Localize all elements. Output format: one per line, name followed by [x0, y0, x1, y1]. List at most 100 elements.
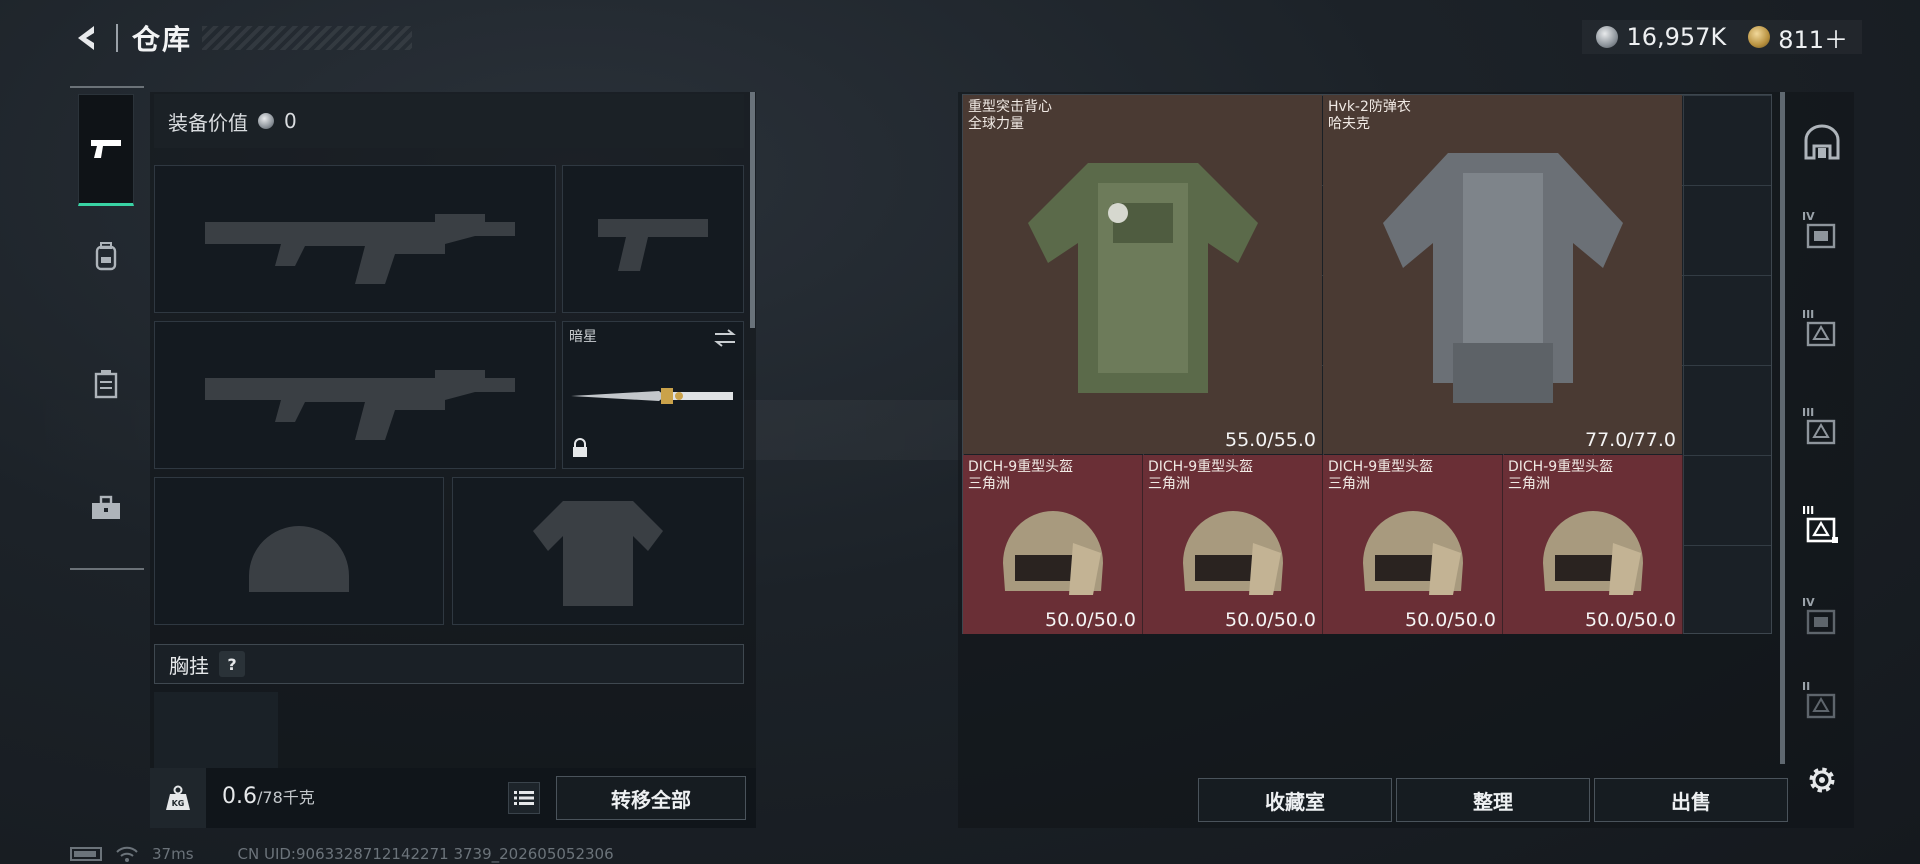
storage-tier-icon [1806, 419, 1836, 445]
storage-tier-icon [1806, 517, 1838, 543]
item-name: DICH-9重型头盔 三角洲 [1328, 459, 1434, 492]
page-title: 仓库 [132, 23, 193, 56]
helmet-silhouette-icon [155, 478, 443, 624]
melee-slot-label: 暗星 [569, 329, 597, 345]
primary-weapon-slot[interactable] [154, 165, 556, 313]
weight-readout: 0.6/78千克 [222, 784, 315, 809]
tab-shelter[interactable] [1800, 120, 1844, 164]
list-icon [514, 791, 534, 805]
sell-button[interactable]: 出售 [1594, 778, 1788, 822]
pistol-icon [91, 140, 121, 158]
title-stripe-decoration [202, 26, 413, 50]
storage-item-dich9-helmet[interactable]: DICH-9重型头盔 三角洲 50.0/50.0 [1143, 455, 1323, 634]
vest-icon [963, 109, 1322, 436]
header-divider [116, 24, 118, 52]
tab-tier-label: II [1802, 680, 1811, 693]
settings-button[interactable] [1800, 758, 1844, 802]
melee-slot[interactable]: 暗星 [562, 321, 744, 469]
pistol-silhouette-icon [563, 166, 743, 312]
currency-gold[interactable]: 811＋ [1748, 20, 1848, 55]
storage-grid: 重型突击背心 全球力量 55.0/55.0 Hvk-2防弹衣 哈夫克 77.0/77… [962, 94, 1772, 634]
tab-storage-iv-b[interactable]: IV [1800, 596, 1844, 642]
storage-item-hvk2-armor[interactable]: Hvk-2防弹衣 哈夫克 77.0/77.0 [1323, 95, 1682, 454]
silver-coin-icon [1596, 26, 1619, 48]
gold-amount: 811＋ [1778, 25, 1848, 54]
rifle-silhouette-icon [155, 322, 555, 468]
tab-storage-ii[interactable]: II [1800, 680, 1844, 726]
armor-slot[interactable] [452, 477, 744, 625]
battery-icon [70, 847, 102, 861]
storage-item-dich9-helmet[interactable]: DICH-9重型头盔 三角洲 50.0/50.0 [1323, 455, 1503, 634]
storage-item-dich9-helmet[interactable]: DICH-9重型头盔 三角洲 50.0/50.0 [1503, 455, 1683, 634]
chest-rig-icon [94, 370, 118, 399]
list-view-button[interactable] [508, 782, 540, 814]
tab-storage-iii-active[interactable]: III [1800, 504, 1844, 550]
backpack-icon [95, 242, 117, 271]
back-button[interactable] [70, 20, 106, 56]
sidearm-slot[interactable] [562, 165, 744, 313]
transfer-all-button[interactable]: 转移全部 [556, 776, 746, 820]
storage-tier-icon [1806, 693, 1836, 719]
swap-icon[interactable] [713, 328, 737, 352]
tab-tier-label: III [1802, 504, 1815, 517]
storage-scrollbar[interactable] [1780, 92, 1785, 764]
helmet-slot[interactable] [154, 477, 444, 625]
storage-item-dich9-helmet[interactable]: DICH-9重型头盔 三角洲 50.0/50.0 [963, 455, 1143, 634]
equipment-tab-rail [70, 86, 144, 570]
weight-icon: KG [166, 785, 190, 810]
tab-tier-label: III [1802, 308, 1815, 321]
chest-rig-label: 胸挂 [169, 653, 209, 678]
weight-bar: KG 0.6/78千克 转移全部 [150, 768, 756, 828]
shelter-icon [1804, 124, 1840, 160]
gear-icon [1809, 767, 1835, 793]
toolbox-icon [92, 495, 120, 519]
uid-text: CN UID:9063328712142271 3739_20260505230… [237, 845, 614, 863]
equipment-value-bar: 装备价值 0 [154, 94, 744, 148]
wifi-icon [116, 846, 138, 862]
item-durability: 55.0/55.0 [1224, 429, 1316, 451]
item-durability: 50.0/50.0 [1404, 609, 1496, 631]
storage-tier-icon [1806, 321, 1836, 347]
item-name: Hvk-2防弹衣 哈夫克 [1328, 99, 1411, 132]
storage-tier-icon [1806, 223, 1836, 249]
lock-icon [571, 438, 589, 462]
silver-coin-icon [258, 113, 274, 129]
item-durability: 50.0/50.0 [1584, 609, 1676, 631]
help-button[interactable]: ? [219, 651, 245, 677]
currency-silver[interactable]: 16,957K [1596, 23, 1726, 51]
storage-tier-icon [1806, 609, 1836, 635]
item-name: DICH-9重型头盔 三角洲 [968, 459, 1074, 492]
equipment-scrollbar[interactable] [750, 92, 755, 328]
dagger-icon [569, 384, 737, 412]
equipment-value-amount: 0 [284, 109, 297, 133]
item-name: 重型突击背心 全球力量 [968, 99, 1052, 132]
weight-current: 0.6 [222, 784, 257, 809]
equipment-value-label: 装备价值 [168, 110, 248, 135]
tab-toolbox[interactable] [78, 480, 134, 536]
tab-weapons[interactable] [78, 94, 134, 206]
gold-coin-icon [1748, 26, 1771, 48]
vest-icon [1323, 109, 1682, 436]
chest-rig-slot[interactable] [154, 692, 278, 768]
rifle-silhouette-icon [155, 166, 555, 312]
storage-item-heavy-assault-vest[interactable]: 重型突击背心 全球力量 55.0/55.0 [963, 95, 1322, 454]
tab-storage-iii-b[interactable]: III [1800, 406, 1844, 452]
tab-backpack[interactable] [78, 228, 134, 284]
item-durability: 77.0/77.0 [1584, 429, 1676, 451]
currency-bar: 16,957K 811＋ [1582, 20, 1862, 54]
header: 仓库 [70, 18, 413, 58]
equipment-panel: 装备价值 0 暗星 胸挂 ? KG 0.6/78千克 转移全部 [150, 92, 756, 828]
chest-rig-header: 胸挂 ? [154, 644, 744, 684]
secondary-weapon-slot[interactable] [154, 321, 556, 469]
tab-chest-rig[interactable] [78, 356, 134, 412]
tab-storage-iii-a[interactable]: III [1800, 308, 1844, 354]
weight-icon-box: KG [150, 768, 206, 828]
tab-tier-label: IV [1802, 596, 1815, 609]
item-durability: 50.0/50.0 [1044, 609, 1136, 631]
tab-storage-iv[interactable]: IV [1800, 210, 1844, 256]
organize-button[interactable]: 整理 [1396, 778, 1590, 822]
item-durability: 50.0/50.0 [1224, 609, 1316, 631]
tab-tier-label: IV [1802, 210, 1815, 223]
item-name: DICH-9重型头盔 三角洲 [1508, 459, 1614, 492]
collection-room-button[interactable]: 收藏室 [1198, 778, 1392, 822]
